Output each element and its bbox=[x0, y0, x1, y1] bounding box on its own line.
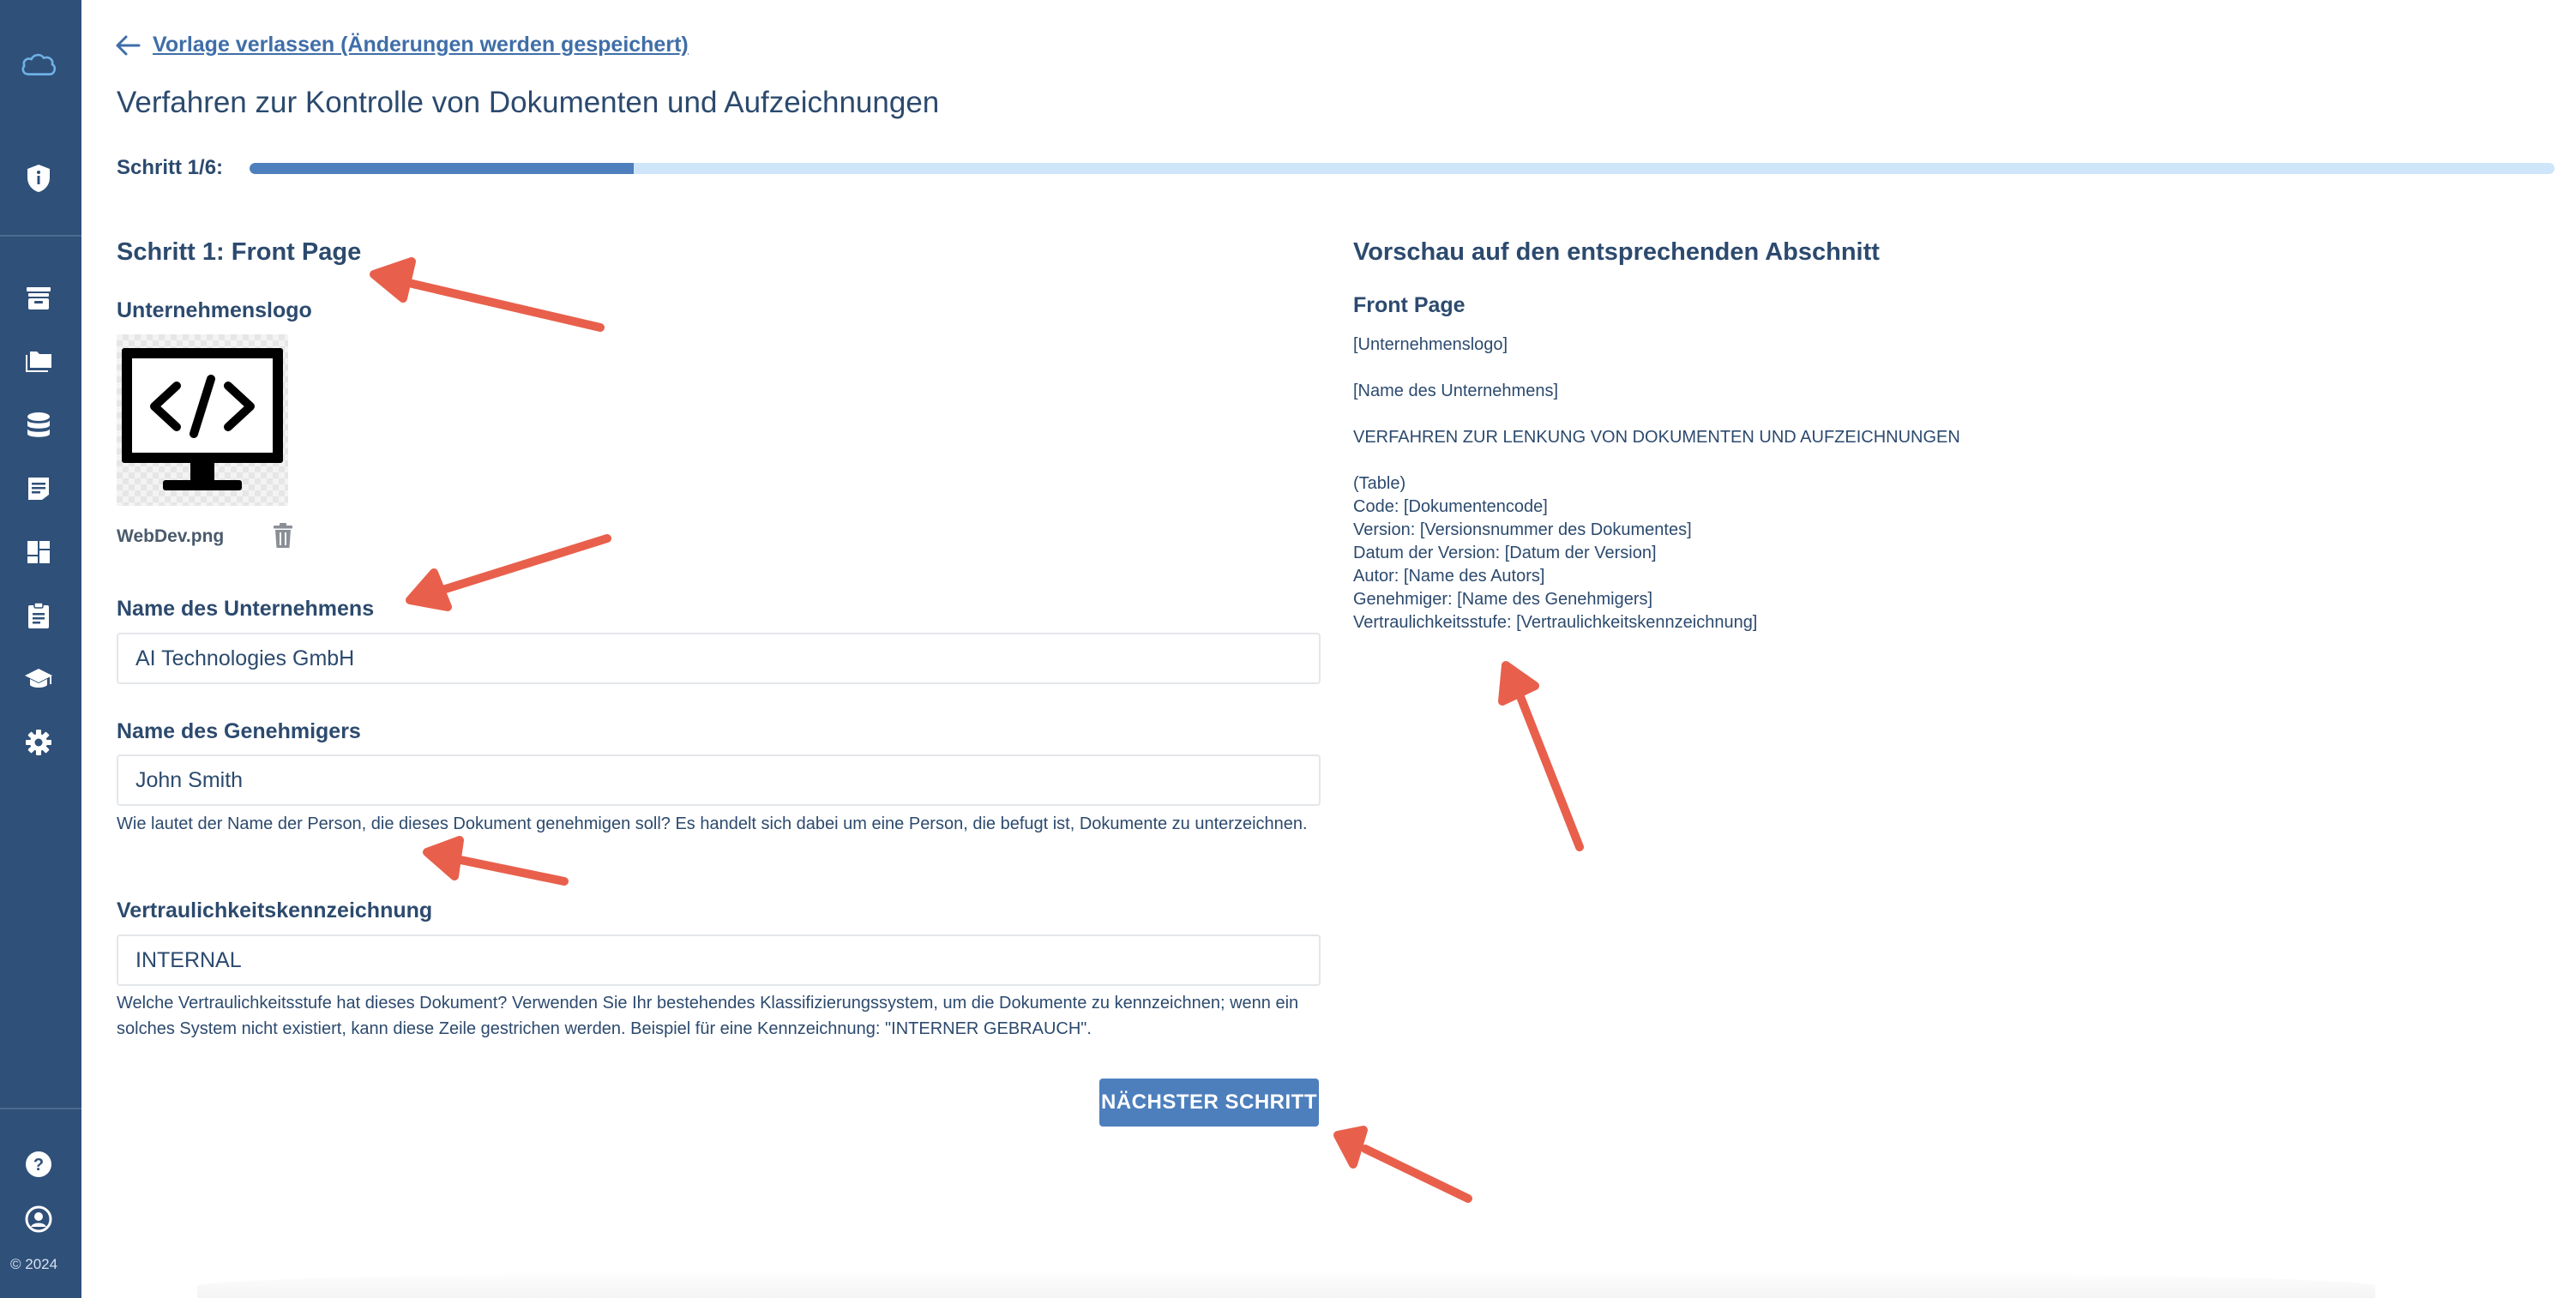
annotation-arrow bbox=[1361, 1145, 1472, 1203]
sidebar-divider bbox=[0, 235, 81, 237]
step-title: Schritt 1: Front Page bbox=[117, 238, 362, 266]
confidentiality-label: Vertraulichkeitskennzeichnung bbox=[117, 898, 433, 922]
logo-file-name: WebDev.png bbox=[117, 526, 225, 546]
preview-line: [Unternehmenslogo] bbox=[1353, 335, 1508, 354]
company-name-label: Name des Unternehmens bbox=[117, 597, 375, 621]
dashboard-icon[interactable] bbox=[20, 533, 57, 571]
progress-bar bbox=[250, 163, 2555, 174]
database-icon[interactable] bbox=[20, 406, 57, 444]
help-icon[interactable]: ? bbox=[20, 1145, 57, 1183]
trash-icon bbox=[274, 523, 292, 548]
approver-name-input[interactable] bbox=[117, 754, 1321, 806]
folders-icon[interactable] bbox=[20, 343, 57, 381]
sidebar-divider-bottom bbox=[0, 1108, 81, 1109]
preview-line: Version: [Versionsnummer des Dokumentes] bbox=[1353, 520, 1692, 539]
annotation-arrow-head bbox=[406, 568, 452, 611]
company-name-input[interactable] bbox=[117, 633, 1321, 684]
annotation-arrow bbox=[433, 534, 611, 596]
cloud-logo-icon[interactable] bbox=[20, 46, 57, 84]
preview-line: Vertraulichkeitsstufe: [Vertraulichkeits… bbox=[1353, 613, 1758, 632]
arrow-left-icon bbox=[116, 35, 141, 55]
leave-template-link[interactable]: Vorlage verlassen (Änderungen werden ges… bbox=[115, 33, 689, 57]
annotation-arrow-head bbox=[370, 257, 416, 303]
clipboard-icon[interactable] bbox=[20, 597, 57, 634]
preview-line: (Table) bbox=[1353, 474, 1406, 493]
logo-label: Unternehmenslogo bbox=[117, 298, 312, 322]
preview-line: Code: [Dokumentencode] bbox=[1353, 497, 1548, 516]
preview-line: Genehmiger: [Name des Genehmigers] bbox=[1353, 590, 1653, 609]
preview-line: VERFAHREN ZUR LENKUNG VON DOKUMENTEN UND… bbox=[1353, 428, 1960, 447]
bottom-shadow bbox=[197, 1269, 2375, 1298]
confidentiality-input[interactable] bbox=[117, 934, 1321, 986]
graduation-cap-icon[interactable] bbox=[20, 660, 57, 698]
copyright: © 2024 bbox=[10, 1256, 58, 1272]
archive-icon[interactable] bbox=[20, 279, 57, 317]
page-title: Verfahren zur Kontrolle von Dokumenten u… bbox=[117, 86, 940, 119]
account-icon[interactable] bbox=[20, 1200, 57, 1238]
confidentiality-help-text: Welche Vertraulichkeitsstufe hat dieses … bbox=[117, 994, 1299, 1038]
progress-bar-fill bbox=[250, 163, 634, 174]
step-counter: Schritt 1/6: bbox=[117, 156, 224, 179]
preview-line: Datum der Version: [Datum der Version] bbox=[1353, 544, 1657, 562]
annotation-arrow-head bbox=[1498, 661, 1539, 706]
next-step-button[interactable]: NÄCHSTER SCHRITT bbox=[1099, 1079, 1319, 1127]
annotation-arrow bbox=[1514, 686, 1584, 851]
preview-subtitle: Front Page bbox=[1353, 293, 1466, 317]
sidebar: ? © 2024 bbox=[0, 0, 81, 1298]
approver-name-label: Name des Genehmigers bbox=[117, 719, 361, 743]
delete-logo-button[interactable] bbox=[269, 521, 297, 550]
annotation-arrow bbox=[397, 277, 605, 332]
svg-text:?: ? bbox=[33, 1156, 44, 1175]
company-logo-preview[interactable] bbox=[117, 334, 288, 506]
gear-icon[interactable] bbox=[20, 724, 57, 761]
approver-help-text: Wie lautet der Name der Person, die dies… bbox=[117, 814, 1308, 833]
preview-line: [Name des Unternehmens] bbox=[1353, 382, 1559, 400]
monitor-code-icon bbox=[122, 348, 283, 490]
preview-title: Vorschau auf den entsprechenden Abschnit… bbox=[1353, 238, 1880, 266]
shield-icon[interactable] bbox=[20, 159, 57, 197]
preview-line: Autor: [Name des Autors] bbox=[1353, 567, 1545, 586]
leave-template-label: Vorlage verlassen (Änderungen werden ges… bbox=[153, 33, 689, 57]
annotation-arrow-head bbox=[1333, 1126, 1368, 1169]
annotation-arrow-head bbox=[423, 836, 464, 880]
annotation-arrow bbox=[452, 855, 569, 886]
notes-icon[interactable] bbox=[20, 470, 57, 508]
